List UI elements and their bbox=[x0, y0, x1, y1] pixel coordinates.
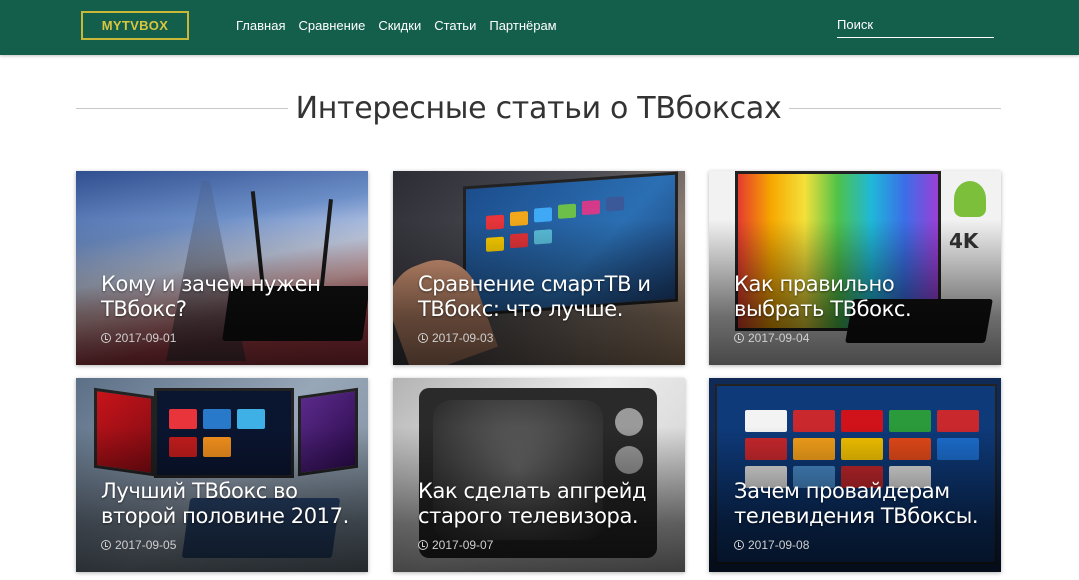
section-heading: Интересные статьи о ТВбоксах bbox=[76, 86, 1002, 130]
site-logo[interactable]: MYTVBOX bbox=[81, 11, 189, 40]
article-date: 2017-09-01 bbox=[101, 331, 176, 345]
clock-icon bbox=[101, 540, 111, 550]
nav-link-partners[interactable]: Партнёрам bbox=[489, 18, 556, 33]
clock-icon bbox=[418, 333, 428, 343]
main-nav: Главная Сравнение Скидки Статьи Партнёра… bbox=[236, 18, 557, 33]
heading-divider-right bbox=[789, 107, 1002, 109]
article-date: 2017-09-07 bbox=[418, 538, 493, 552]
article-date: 2017-09-08 bbox=[734, 538, 809, 552]
clock-icon bbox=[734, 540, 744, 550]
article-card[interactable]: Как сделать апгрейд старого телевизора. … bbox=[393, 378, 685, 572]
article-card[interactable]: Зачем провайдерам телевидения ТВбоксы. 2… bbox=[709, 378, 1001, 572]
article-date: 2017-09-05 bbox=[101, 538, 176, 552]
article-card[interactable]: Лучший ТВбокс во второй половине 2017. 2… bbox=[76, 378, 368, 572]
nav-link-articles[interactable]: Статьи bbox=[434, 18, 476, 33]
article-date: 2017-09-04 bbox=[734, 331, 809, 345]
article-title[interactable]: Кому и зачем нужен ТВбокс? bbox=[101, 272, 350, 322]
article-title[interactable]: Как правильно выбрать ТВбокс. bbox=[734, 272, 983, 322]
clock-icon bbox=[418, 540, 428, 550]
top-navbar: MYTVBOX Главная Сравнение Скидки Статьи … bbox=[0, 0, 1079, 55]
article-title[interactable]: Как сделать апгрейд старого телевизора. bbox=[418, 479, 667, 529]
section-title: Интересные статьи о ТВбоксах bbox=[295, 90, 782, 126]
article-title[interactable]: Сравнение смартТВ и ТВбокс: что лучше. bbox=[418, 272, 667, 322]
article-title[interactable]: Лучший ТВбокс во второй половине 2017. bbox=[101, 479, 350, 529]
article-card[interactable]: 4K Как правильно выбрать ТВбокс. 2017-09… bbox=[709, 171, 1001, 365]
nav-link-home[interactable]: Главная bbox=[236, 18, 285, 33]
nav-link-compare[interactable]: Сравнение bbox=[298, 18, 365, 33]
article-date: 2017-09-03 bbox=[418, 331, 493, 345]
nav-link-discounts[interactable]: Скидки bbox=[378, 18, 421, 33]
clock-icon bbox=[734, 333, 744, 343]
article-card[interactable]: Сравнение смартТВ и ТВбокс: что лучше. 2… bbox=[393, 171, 685, 365]
search-input[interactable] bbox=[837, 12, 994, 38]
heading-divider-left bbox=[76, 107, 288, 109]
article-title[interactable]: Зачем провайдерам телевидения ТВбоксы. bbox=[734, 479, 983, 529]
clock-icon bbox=[101, 333, 111, 343]
article-card[interactable]: Кому и зачем нужен ТВбокс? 2017-09-01 bbox=[76, 171, 368, 365]
